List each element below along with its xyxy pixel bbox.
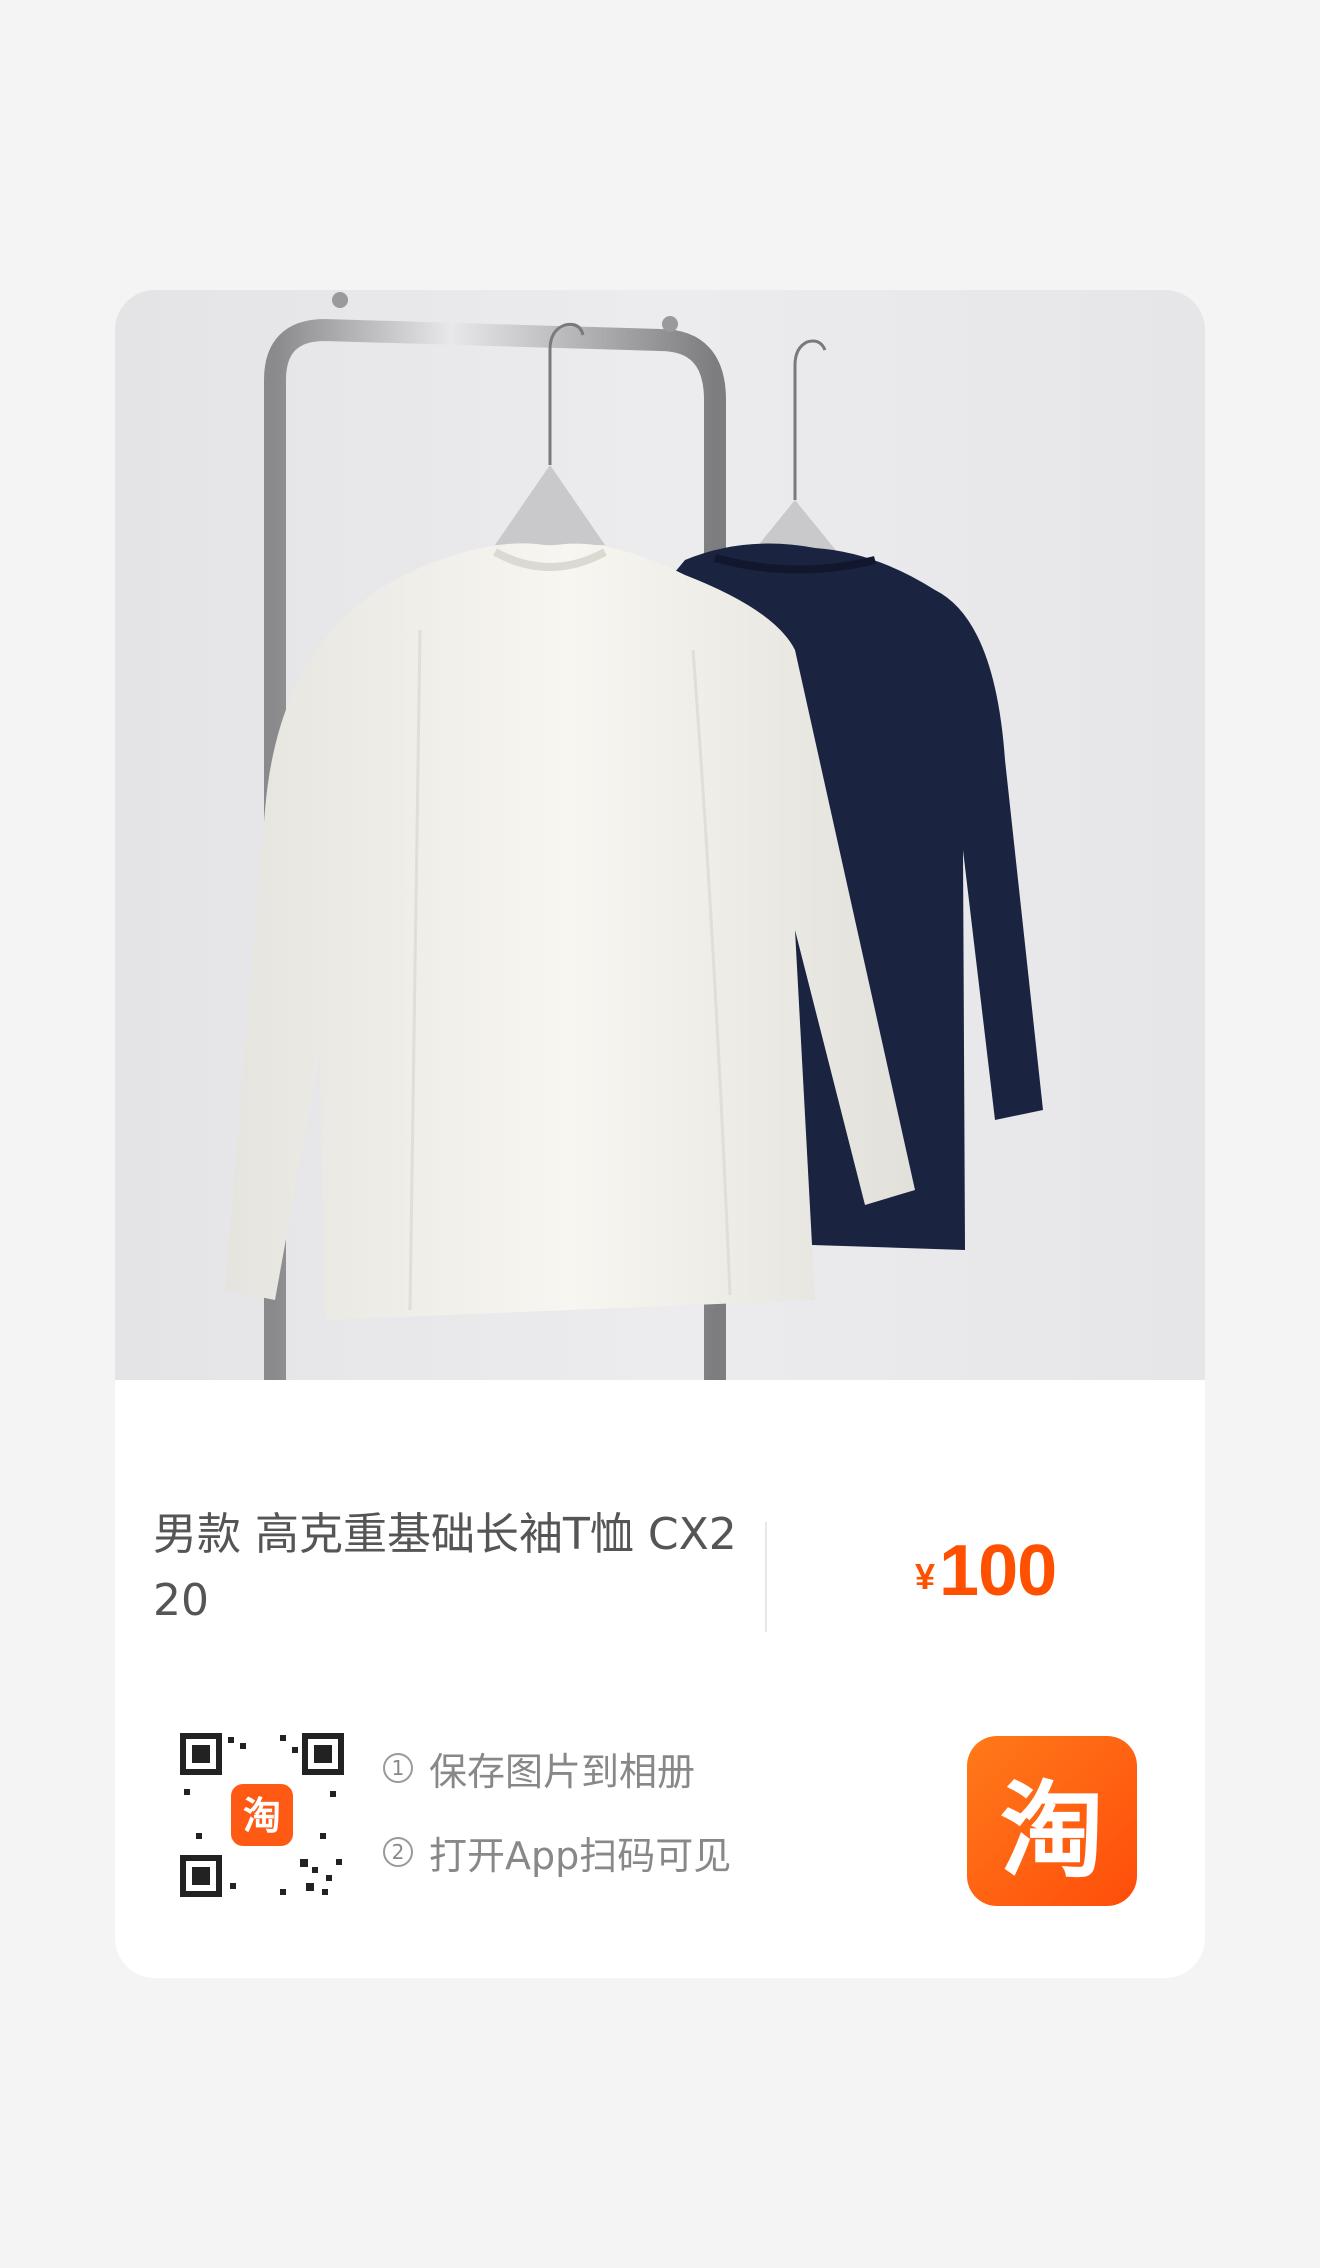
- step-number-1: 1: [383, 1753, 413, 1783]
- product-image: [115, 290, 1205, 1380]
- qr-code[interactable]: 淘: [180, 1733, 344, 1897]
- product-title: 男款 高克重基础长袖T恤 CX220: [153, 1509, 737, 1626]
- step-text-1: 保存图片到相册: [429, 1749, 696, 1794]
- taobao-app-icon[interactable]: 淘: [967, 1736, 1137, 1906]
- taobao-logo-glyph: 淘: [999, 1769, 1104, 1892]
- instruction-step-1: 1 保存图片到相册: [383, 1738, 731, 1798]
- share-card: 男款 高克重基础长袖T恤 CX220 ¥100 淘 1 保存图片到相册 2 打开…: [115, 290, 1205, 1978]
- step-number-2: 2: [383, 1837, 413, 1867]
- title-price-divider: [765, 1522, 767, 1632]
- product-price: ¥100: [915, 1530, 1057, 1612]
- qr-badge-glyph: 淘: [243, 1794, 281, 1838]
- instructions: 1 保存图片到相册 2 打开App扫码可见: [383, 1738, 731, 1906]
- price-value: 100: [939, 1531, 1057, 1611]
- step-text-2: 打开App扫码可见: [429, 1833, 732, 1878]
- currency-symbol: ¥: [915, 1556, 936, 1597]
- instruction-step-2: 2 打开App扫码可见: [383, 1822, 731, 1882]
